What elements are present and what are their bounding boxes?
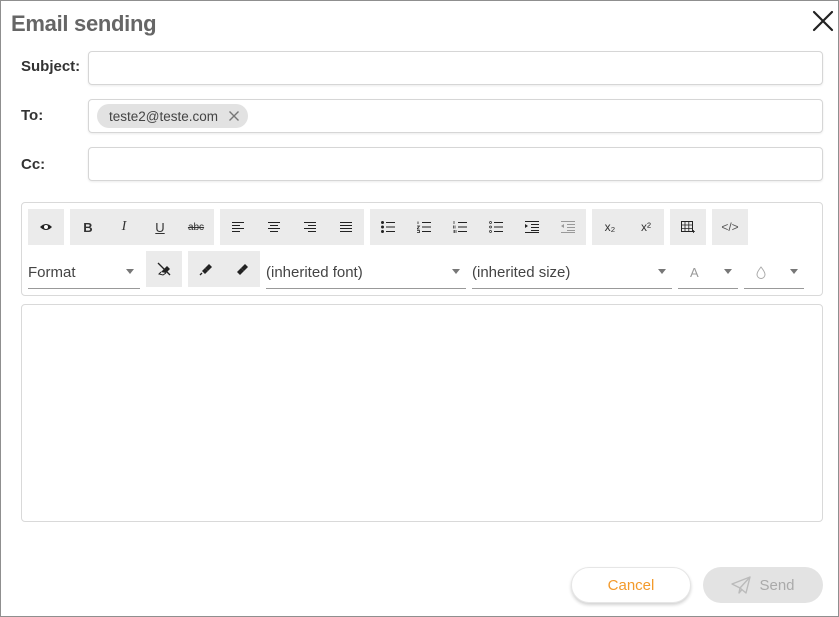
outdent-icon (561, 221, 575, 233)
indent-icon (525, 221, 539, 233)
preview-button[interactable] (28, 209, 64, 245)
toolbar-group-source: </> (712, 209, 748, 245)
font-size-select-value: (inherited size) (472, 264, 571, 281)
apply-format-button[interactable] (224, 251, 260, 287)
email-dialog: Email sending Subject: To: teste2@teste.… (0, 0, 839, 617)
send-button-label: Send (759, 576, 795, 594)
text-color-select[interactable]: A (678, 257, 738, 289)
copy-format-button[interactable] (188, 251, 224, 287)
to-label: To: (21, 107, 44, 124)
close-icon (812, 10, 834, 32)
lettered-list-icon (489, 221, 503, 233)
format-select[interactable]: Format (28, 257, 140, 289)
chevron-down-icon (790, 269, 798, 274)
font-family-select[interactable]: (inherited font) (266, 257, 466, 289)
subscript-button[interactable]: x₂ (592, 209, 628, 245)
message-body-editor[interactable] (21, 304, 823, 522)
background-color-select[interactable] (744, 257, 804, 289)
paper-plane-icon (731, 576, 752, 594)
send-button[interactable]: Send (703, 567, 823, 603)
to-input[interactable]: teste2@teste.com (88, 99, 823, 133)
eraser-icon (157, 262, 171, 276)
paint-brush-icon (199, 264, 212, 276)
paint-brush-icon (237, 264, 248, 275)
bulleted-list-button[interactable] (370, 209, 406, 245)
eye-icon (40, 224, 52, 230)
subject-input[interactable] (88, 51, 823, 85)
superscript-button[interactable]: x² (628, 209, 664, 245)
font-size-select[interactable]: (inherited size) (472, 257, 672, 289)
text-color-icon: A (690, 265, 699, 280)
droplet-icon (756, 266, 766, 279)
recipient-chip: teste2@teste.com (97, 104, 249, 128)
strikethrough-button[interactable]: abc (178, 209, 214, 245)
close-icon (229, 111, 240, 121)
bulleted-list-icon (381, 221, 395, 233)
dialog-title: Email sending (11, 11, 157, 36)
chevron-down-icon (724, 269, 732, 274)
chevron-down-icon (658, 269, 666, 274)
chevron-down-icon (452, 269, 460, 274)
align-center-button[interactable] (256, 209, 292, 245)
format-select-value: Format (28, 264, 76, 281)
remove-format-button[interactable] (146, 251, 182, 287)
toolbar-group-brush (188, 251, 260, 287)
align-justify-icon (340, 222, 352, 232)
toolbar-group-align (220, 209, 364, 245)
close-button[interactable] (811, 9, 835, 33)
editor-toolbar: B I U abc x₂ x² </> Format (inherited fo… (21, 202, 823, 296)
numbered-list-button[interactable] (406, 209, 442, 245)
toolbar-group-styles: B I U abc (70, 209, 214, 245)
roman-list-button[interactable] (442, 209, 478, 245)
remove-recipient-button[interactable] (228, 110, 240, 122)
cancel-button-label: Cancel (607, 576, 655, 594)
outdent-button[interactable] (550, 209, 586, 245)
toolbar-group-preview (28, 209, 64, 245)
font-family-select-value: (inherited font) (266, 264, 363, 281)
cc-label: Cc: (21, 156, 46, 173)
italic-button[interactable]: I (106, 209, 142, 245)
underline-button[interactable]: U (142, 209, 178, 245)
toolbar-group-script: x₂ x² (592, 209, 664, 245)
lettered-list-button[interactable] (478, 209, 514, 245)
subject-label: Subject: (21, 58, 81, 75)
source-code-button[interactable]: </> (712, 209, 748, 245)
recipient-email: teste2@teste.com (109, 108, 219, 124)
toolbar-group-lists (370, 209, 586, 245)
align-right-icon (304, 222, 316, 232)
chevron-down-icon (126, 269, 134, 274)
align-justify-button[interactable] (328, 209, 364, 245)
toolbar-group-table (670, 209, 706, 245)
align-left-icon (232, 222, 244, 232)
align-center-icon (268, 222, 280, 232)
insert-table-button[interactable] (670, 209, 706, 245)
table-icon (681, 220, 695, 233)
align-left-button[interactable] (220, 209, 256, 245)
indent-button[interactable] (514, 209, 550, 245)
align-right-button[interactable] (292, 209, 328, 245)
cc-input[interactable] (88, 147, 823, 181)
bold-button[interactable]: B (70, 209, 106, 245)
roman-list-icon (453, 221, 467, 233)
numbered-list-icon (417, 221, 431, 233)
cancel-button[interactable]: Cancel (571, 567, 691, 603)
